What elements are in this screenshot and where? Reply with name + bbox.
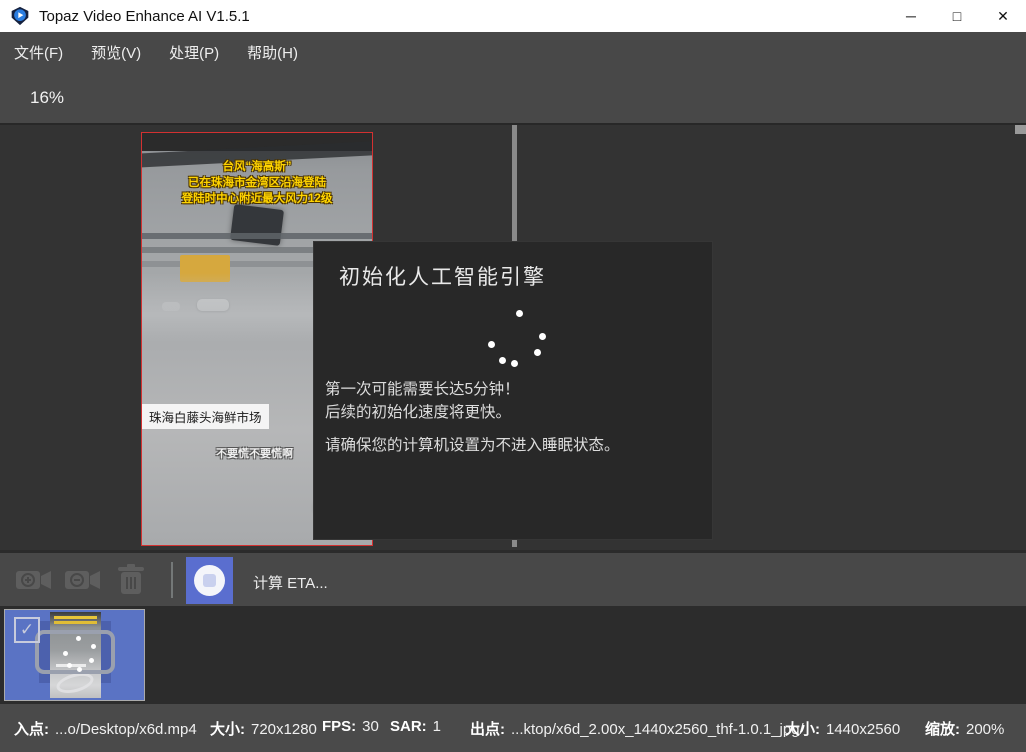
preview-hanging-object — [230, 204, 284, 246]
status-value: 200% — [966, 721, 1004, 738]
status-value: ...o/Desktop/x6d.mp4 — [55, 721, 197, 738]
menu-file[interactable]: 文件(F) — [14, 42, 63, 63]
status-bar: 入点: ...o/Desktop/x6d.mp4 大小: 720x1280 FPS:… — [0, 704, 1026, 752]
thumb-spinner-dot — [91, 644, 96, 649]
scrollbar-nub — [1015, 125, 1026, 134]
app-logo-icon — [10, 6, 30, 26]
dialog-line-3: 请确保您的计算机设置为不进入睡眠状态。 — [325, 434, 620, 457]
dialog-body: 第一次可能需要长达5分钟！ 后续的初始化速度将更快。 请确保您的计算机设置为不进… — [325, 378, 620, 457]
minimize-button[interactable]: ─ — [888, 0, 934, 32]
playback-toolbar: 16% 0 / 357 [ 0 : 357 ] — [0, 72, 1026, 125]
status-label: 大小: — [785, 721, 820, 738]
thumb-spinner-dot — [63, 651, 68, 656]
trash-icon[interactable] — [116, 564, 146, 596]
add-video-icon[interactable] — [15, 566, 53, 594]
spinner-dot — [488, 341, 495, 348]
spinner-dot — [516, 310, 523, 317]
status-fps: FPS: 30 — [322, 718, 379, 735]
dialog-title: 初始化人工智能引擎 — [339, 261, 546, 291]
status-label: SAR: — [390, 718, 427, 735]
thumb-spinner-dot — [77, 667, 82, 672]
dialog-line-1: 第一次可能需要长达5分钟！ — [325, 378, 620, 401]
zoom-percent-label: 16% — [30, 88, 64, 108]
spinner-dot — [539, 333, 546, 340]
menu-preview[interactable]: 预览(V) — [91, 42, 141, 63]
init-engine-dialog: 初始化人工智能引擎 第一次可能需要长达5分钟！ 后续的初始化速度将更快。 请确保… — [313, 241, 713, 540]
status-output-size: 大小: 1440x2560 — [785, 718, 900, 739]
thumbnail-checkbox[interactable]: ✓ — [14, 617, 40, 643]
title-bar: Topaz Video Enhance AI V1.5.1 ─ □ ✕ — [0, 0, 1026, 32]
menu-bar: 文件(F) 预览(V) 处理(P) 帮助(H) — [0, 32, 1026, 72]
thumb-spinner-dot — [76, 636, 81, 641]
status-label: FPS: — [322, 718, 356, 735]
status-value: ...ktop/x6d_2.00x_1440x2560_thf-1.0.1_jp… — [511, 721, 804, 738]
spinner-dot — [511, 360, 518, 367]
menu-process[interactable]: 处理(P) — [169, 42, 219, 63]
headline-line-3: 登陆时中心附近最大风力12级 — [142, 191, 372, 207]
thumbnail-strip: ✓ — [0, 606, 1026, 704]
thumbnail-headline-stripe — [54, 616, 97, 619]
spinner-dot — [499, 357, 506, 364]
spinner-dot — [534, 349, 541, 356]
status-value: 1440x2560 — [826, 721, 900, 738]
status-sar: SAR: 1 — [390, 718, 441, 735]
status-value: 30 — [362, 718, 379, 735]
remove-video-icon[interactable] — [64, 566, 102, 594]
preview-location-label: 珠海白藤头海鲜市场 — [142, 404, 269, 429]
status-input-size: 大小: 720x1280 — [210, 718, 317, 739]
preview-headline: 台风“海高斯” 已在珠海市金湾区沿海登陆 登陆时中心附近最大风力12级 — [142, 159, 372, 207]
status-input-file: 入点: ...o/Desktop/x6d.mp4 — [14, 718, 197, 739]
dialog-line-2: 后续的初始化速度将更快。 — [325, 401, 620, 424]
status-value: 720x1280 — [251, 721, 317, 738]
thumb-spinner-dot — [67, 663, 72, 668]
status-scale: 缩放: 200% — [925, 718, 1004, 739]
stop-icon — [194, 565, 225, 596]
status-value: 1 — [433, 718, 441, 735]
process-toolbar: 计算 ETA... — [0, 550, 1026, 606]
status-label: 大小: — [210, 721, 245, 738]
app-window: Topaz Video Enhance AI V1.5.1 ─ □ ✕ 文件(F… — [0, 0, 1026, 752]
headline-line-1: 台风“海高斯” — [142, 159, 372, 175]
video-thumbnail-selected[interactable]: ✓ — [4, 609, 145, 701]
status-output-path: 出点: ...ktop/x6d_2.00x_1440x2560_thf-1.0.1… — [470, 718, 804, 739]
window-title: Topaz Video Enhance AI V1.5.1 — [39, 8, 250, 25]
status-label: 缩放: — [925, 721, 960, 738]
thumb-spinner-dot — [89, 658, 94, 663]
preview-bridge-truss — [142, 233, 372, 239]
close-button[interactable]: ✕ — [980, 0, 1026, 32]
eta-label: 计算 ETA... — [253, 572, 328, 593]
film-frame-icon — [35, 630, 115, 674]
status-label: 出点: — [470, 721, 505, 738]
stop-processing-button[interactable] — [186, 557, 233, 604]
window-controls: ─ □ ✕ — [888, 0, 1026, 32]
maximize-button[interactable]: □ — [934, 0, 980, 32]
main-area: 台风“海高斯” 已在珠海市金湾区沿海登陆 登陆时中心附近最大风力12级 珠海白藤… — [0, 125, 1026, 550]
preview-caption: 不要慌不要慌啊 — [216, 445, 293, 461]
menu-help[interactable]: 帮助(H) — [247, 42, 298, 63]
headline-line-2: 已在珠海市金湾区沿海登陆 — [142, 175, 372, 191]
status-label: 入点: — [14, 721, 49, 738]
toolbar-divider — [171, 562, 173, 598]
